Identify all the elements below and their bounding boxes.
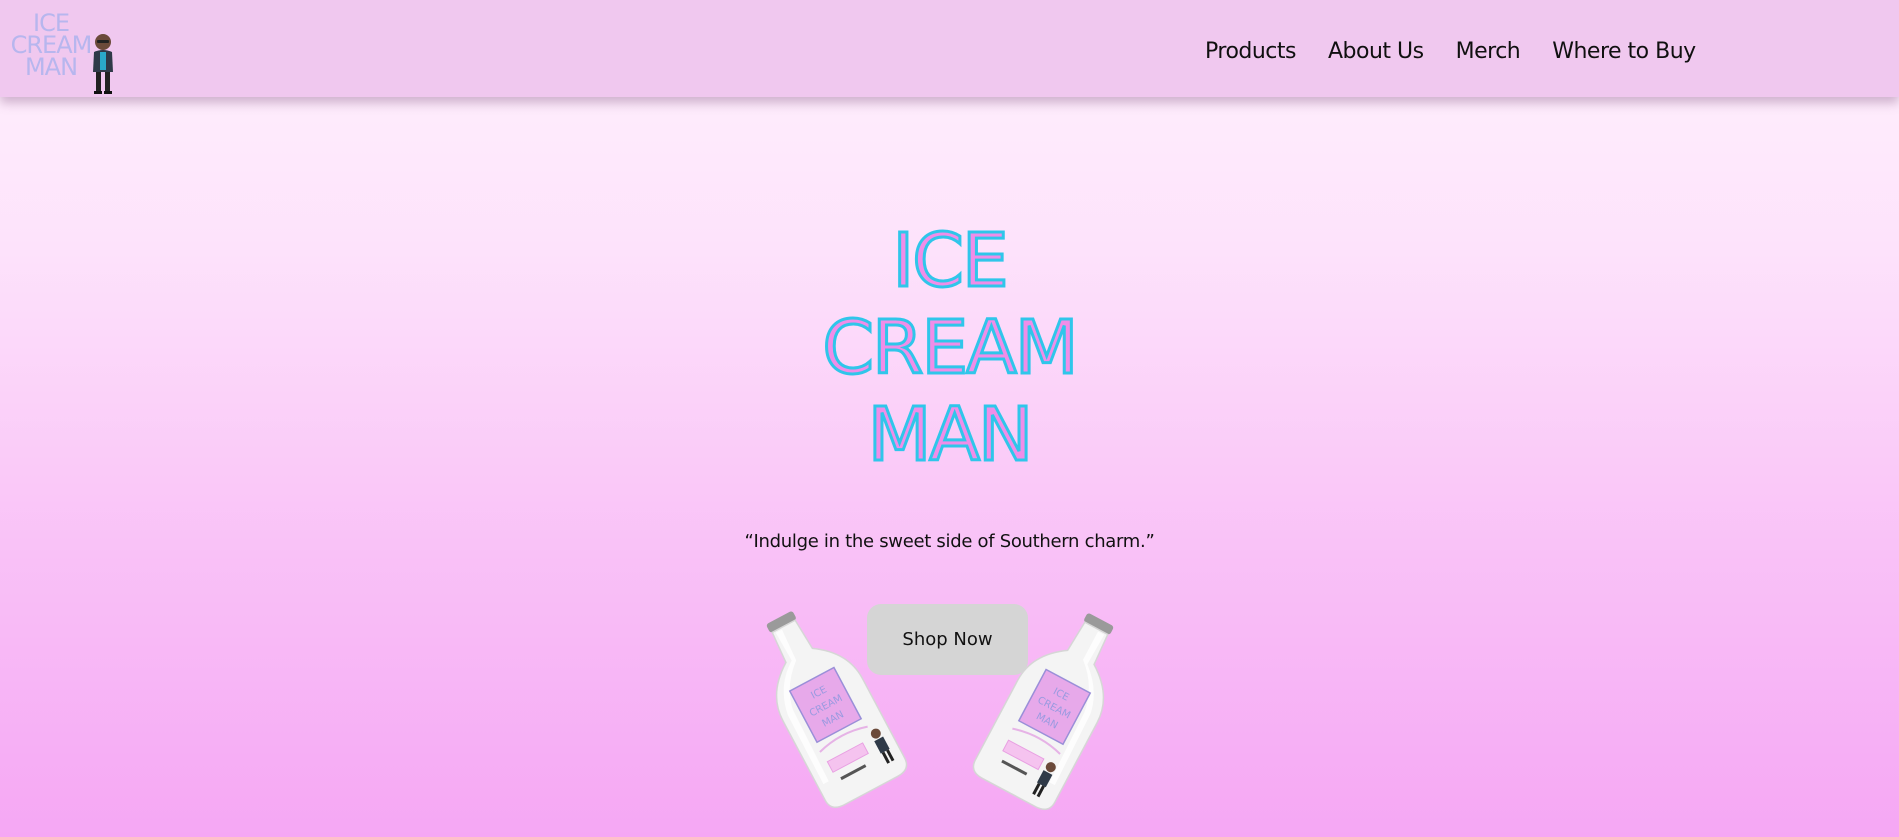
hero-tagline: “Indulge in the sweet side of Southern c… xyxy=(744,531,1155,552)
hero-title-line-1: ICE xyxy=(891,217,1010,306)
logo-line-3: MAN xyxy=(24,53,78,81)
brand-logo[interactable]: ICE CREAM MAN xyxy=(8,11,118,94)
mascot-avatar-icon xyxy=(93,34,113,94)
nav-where-to-buy[interactable]: Where to Buy xyxy=(1552,39,1696,64)
nav-merch[interactable]: Merch xyxy=(1456,39,1521,64)
nav-about-us[interactable]: About Us xyxy=(1328,39,1424,64)
logo-wordmark: ICE CREAM MAN xyxy=(8,11,94,81)
hero-title: ICE CREAM MAN xyxy=(0,217,1899,480)
shop-now-button[interactable]: Shop Now xyxy=(867,604,1028,675)
main-nav: Products About Us Merch Where to Buy xyxy=(1205,39,1696,64)
hero-title-line-2: CREAM xyxy=(821,304,1080,393)
site-header: ICE CREAM MAN Products About Us Merch Wh… xyxy=(0,0,1899,97)
hero-title-line-3: MAN xyxy=(866,391,1035,480)
nav-products[interactable]: Products xyxy=(1205,39,1297,64)
